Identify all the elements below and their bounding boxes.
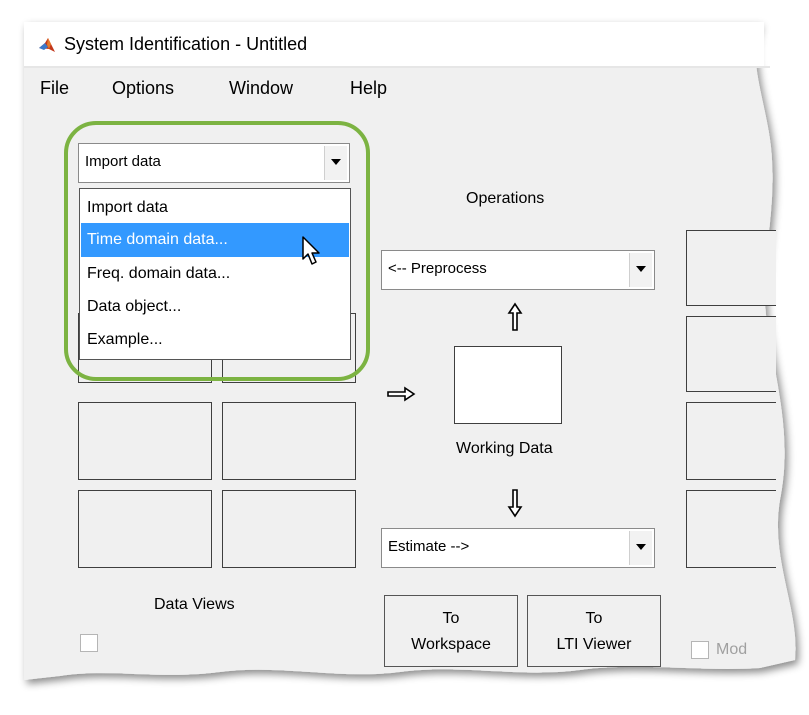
menu-options[interactable]: Options [112, 78, 174, 99]
model-view-slot[interactable] [686, 230, 776, 306]
data-view-slot[interactable] [78, 402, 212, 480]
window-title: System Identification - Untitled [64, 34, 308, 54]
menu-window[interactable]: Window [229, 78, 293, 99]
to-lti-viewer-label-line2: LTI Viewer [556, 636, 632, 653]
title-bar: System Identification - Untitled [24, 22, 764, 66]
model-view-checkbox[interactable] [691, 641, 709, 659]
model-view-slot[interactable] [686, 402, 776, 480]
working-data-icon-box[interactable] [454, 346, 562, 424]
mouse-pointer-icon [302, 236, 320, 265]
system-identification-window: System Identification - Untitled File Op… [0, 0, 809, 715]
data-view-slot[interactable] [222, 402, 356, 480]
to-workspace-button[interactable]: To Workspace [384, 595, 518, 667]
menu-help[interactable]: Help [350, 78, 387, 99]
model-view-slot[interactable] [686, 490, 776, 568]
data-view-slot[interactable] [78, 490, 212, 568]
model-views-label: Mod [716, 641, 748, 658]
arrow-right-icon [387, 386, 416, 402]
menu-bar: File Options Window Help [24, 72, 764, 108]
estimate-select-value: Estimate --> [388, 538, 470, 555]
data-view-slot[interactable] [222, 490, 356, 568]
preprocess-select-value: <-- Preprocess [388, 260, 487, 277]
model-view-slot[interactable] [686, 316, 776, 392]
callout-ring [64, 121, 370, 381]
chevron-down-icon[interactable] [629, 253, 652, 287]
operations-label: Operations [466, 190, 545, 207]
estimate-select[interactable]: Estimate --> [381, 528, 655, 568]
menu-file[interactable]: File [40, 78, 69, 99]
to-lti-viewer-label-line1: To [585, 610, 603, 627]
arrow-up-icon [507, 302, 523, 331]
to-workspace-label-line2: Workspace [411, 636, 491, 653]
working-data-label: Working Data [456, 440, 553, 457]
data-view-checkbox[interactable] [80, 634, 98, 652]
data-views-label: Data Views [154, 596, 235, 613]
matlab-icon [39, 38, 55, 52]
to-workspace-label-line1: To [442, 610, 460, 627]
to-lti-viewer-button[interactable]: To LTI Viewer [527, 595, 661, 667]
arrow-down-icon [507, 489, 523, 518]
chevron-down-icon[interactable] [629, 531, 652, 565]
preprocess-select[interactable]: <-- Preprocess [381, 250, 655, 290]
